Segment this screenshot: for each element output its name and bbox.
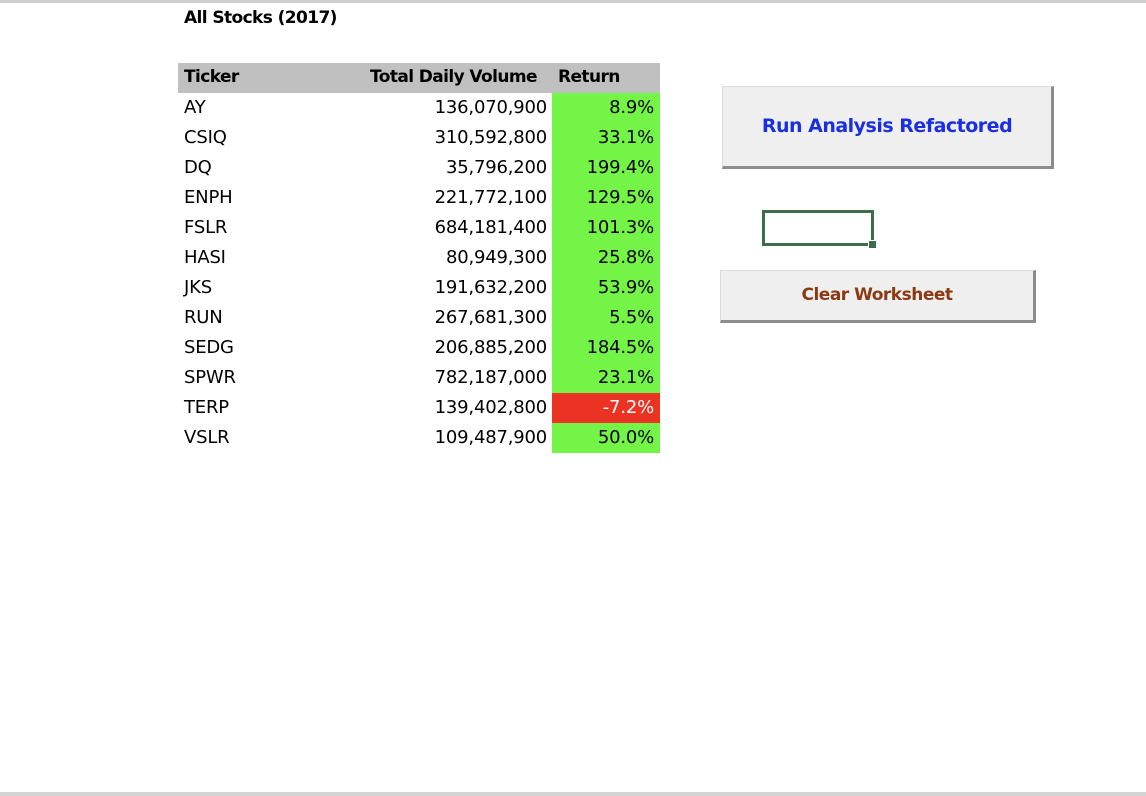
table-row: ENPH 221,772,100 129.5% bbox=[178, 183, 660, 213]
return-cell[interactable]: 25.8% bbox=[552, 243, 660, 273]
table-header-row: Ticker Total Daily Volume Return bbox=[178, 63, 660, 93]
return-cell[interactable]: 129.5% bbox=[552, 183, 660, 213]
ticker-cell[interactable]: AY bbox=[184, 93, 206, 123]
volume-cell[interactable]: 136,070,900 bbox=[435, 93, 548, 123]
sheet-title: All Stocks (2017) bbox=[184, 8, 337, 28]
volume-cell[interactable]: 206,885,200 bbox=[435, 333, 548, 363]
volume-cell[interactable]: 109,487,900 bbox=[435, 423, 548, 453]
ticker-cell[interactable]: VSLR bbox=[184, 423, 230, 453]
table-row: TERP 139,402,800 -7.2% bbox=[178, 393, 660, 423]
return-cell[interactable]: 53.9% bbox=[552, 273, 660, 303]
table-row: CSIQ 310,592,800 33.1% bbox=[178, 123, 660, 153]
header-return[interactable]: Return bbox=[558, 67, 620, 87]
table-row: AY 136,070,900 8.9% bbox=[178, 93, 660, 123]
bottom-border bbox=[0, 792, 1146, 796]
table-row: SPWR 782,187,000 23.1% bbox=[178, 363, 660, 393]
table-body: AY 136,070,900 8.9% CSIQ 310,592,800 33.1% DQ 3… bbox=[178, 93, 660, 453]
volume-cell[interactable]: 80,949,300 bbox=[446, 243, 547, 273]
volume-cell[interactable]: 310,592,800 bbox=[435, 123, 548, 153]
ticker-cell[interactable]: ENPH bbox=[184, 183, 233, 213]
return-cell[interactable]: 23.1% bbox=[552, 363, 660, 393]
table-row: HASI 80,949,300 25.8% bbox=[178, 243, 660, 273]
ticker-cell[interactable]: FSLR bbox=[184, 213, 227, 243]
ticker-cell[interactable]: SPWR bbox=[184, 363, 236, 393]
volume-cell[interactable]: 684,181,400 bbox=[435, 213, 548, 243]
return-cell[interactable]: -7.2% bbox=[552, 393, 660, 423]
return-cell[interactable]: 184.5% bbox=[552, 333, 660, 363]
return-cell[interactable]: 5.5% bbox=[552, 303, 660, 333]
volume-cell[interactable]: 35,796,200 bbox=[446, 153, 547, 183]
return-cell[interactable]: 50.0% bbox=[552, 423, 660, 453]
ticker-cell[interactable]: RUN bbox=[184, 303, 223, 333]
ticker-cell[interactable]: DQ bbox=[184, 153, 212, 183]
volume-cell[interactable]: 267,681,300 bbox=[435, 303, 548, 333]
table-row: SEDG 206,885,200 184.5% bbox=[178, 333, 660, 363]
ticker-cell[interactable]: TERP bbox=[184, 393, 229, 423]
return-cell[interactable]: 199.4% bbox=[552, 153, 660, 183]
return-cell[interactable]: 101.3% bbox=[552, 213, 660, 243]
fill-handle[interactable] bbox=[868, 240, 877, 249]
table-row: DQ 35,796,200 199.4% bbox=[178, 153, 660, 183]
selected-cell[interactable] bbox=[762, 210, 877, 249]
header-total-daily-volume[interactable]: Total Daily Volume bbox=[370, 67, 537, 87]
volume-cell[interactable]: 191,632,200 bbox=[435, 273, 548, 303]
return-cell[interactable]: 33.1% bbox=[552, 123, 660, 153]
ticker-cell[interactable]: CSIQ bbox=[184, 123, 227, 153]
return-cell[interactable]: 8.9% bbox=[552, 93, 660, 123]
top-border bbox=[0, 0, 1146, 3]
ticker-cell[interactable]: HASI bbox=[184, 243, 226, 273]
volume-cell[interactable]: 782,187,000 bbox=[435, 363, 548, 393]
stocks-table: Ticker Total Daily Volume Return AY 136,0… bbox=[178, 63, 660, 453]
table-row: VSLR 109,487,900 50.0% bbox=[178, 423, 660, 453]
clear-worksheet-button[interactable]: Clear Worksheet bbox=[720, 270, 1036, 323]
volume-cell[interactable]: 139,402,800 bbox=[435, 393, 548, 423]
header-ticker[interactable]: Ticker bbox=[184, 67, 239, 87]
table-row: FSLR 684,181,400 101.3% bbox=[178, 213, 660, 243]
volume-cell[interactable]: 221,772,100 bbox=[435, 183, 548, 213]
table-row: RUN 267,681,300 5.5% bbox=[178, 303, 660, 333]
ticker-cell[interactable]: JKS bbox=[184, 273, 212, 303]
run-analysis-refactored-button[interactable]: Run Analysis Refactored bbox=[722, 86, 1054, 169]
table-row: JKS 191,632,200 53.9% bbox=[178, 273, 660, 303]
ticker-cell[interactable]: SEDG bbox=[184, 333, 234, 363]
